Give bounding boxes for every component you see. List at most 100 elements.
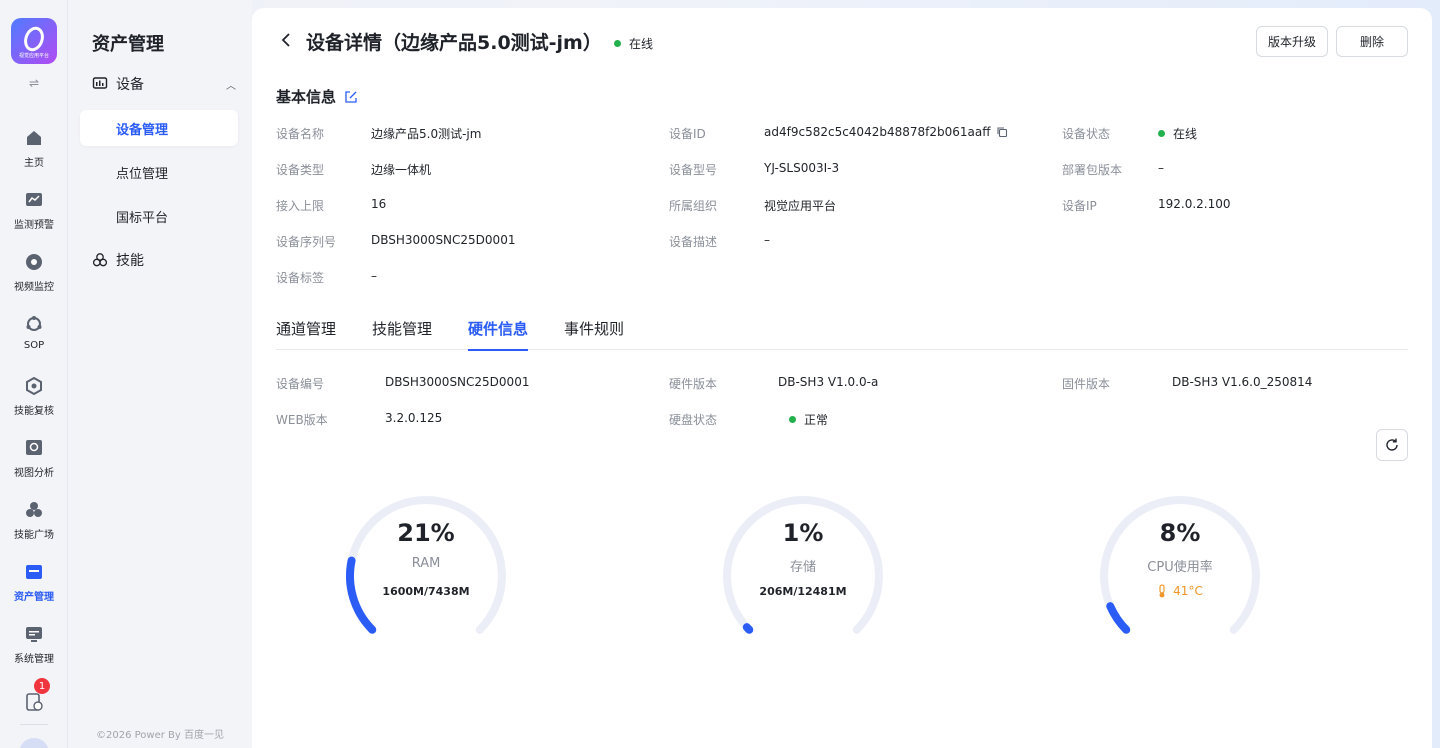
rail-item-system[interactable]: 系统管理 (0, 624, 68, 674)
refresh-button[interactable] (1376, 429, 1408, 461)
device-id-value: ad4f9c582c5c4042b48878f2b061aaff (764, 125, 1008, 139)
disk-status-value: 正常 (789, 411, 828, 428)
organization-value: 视觉应用平台 (764, 199, 837, 213)
gauge-detail: 206M/12481M (759, 585, 847, 598)
avatar[interactable] (19, 738, 49, 748)
serial-number-value: DBSH3000SNC25D0001 (371, 233, 516, 247)
field-label: 固件版本 (1062, 377, 1111, 391)
rail-label: 资产管理 (14, 592, 54, 603)
rail-label: 技能复核 (14, 406, 54, 417)
rail-label: 视图分析 (14, 468, 54, 479)
app-logo[interactable]: 视觉应用平台 (11, 18, 57, 64)
sop-icon (24, 314, 44, 334)
back-arrow-icon[interactable] (276, 30, 296, 50)
camera-icon (24, 252, 44, 272)
gauge-name: 存储 (789, 560, 816, 575)
field-label: 设备序列号 (276, 235, 337, 249)
rail-label: 视频监控 (14, 282, 54, 293)
rail-item-review[interactable]: 技能复核 (0, 376, 68, 426)
tab-channel-management[interactable]: 通道管理 (276, 318, 336, 350)
copy-icon[interactable] (996, 126, 1008, 138)
tab-event-rules[interactable]: 事件规则 (564, 318, 624, 350)
section-title-text: 基本信息 (276, 88, 337, 106)
field-label: 设备型号 (669, 163, 718, 177)
rail-divider (20, 724, 48, 725)
cpu-gauge: 8% CPU使用率 41°C (1090, 486, 1270, 636)
device-ip-value: 192.0.2.100 (1158, 197, 1231, 211)
field-label: 设备状态 (1062, 127, 1111, 141)
field-label: 设备标签 (276, 271, 325, 285)
field-label: 硬盘状态 (669, 413, 718, 427)
analysis-icon (24, 438, 44, 458)
icon-rail: 视觉应用平台 ⇌ 主页 监测预警 视频监控 SOP 技能复核 视图分析 技能广场… (0, 0, 68, 748)
device-tag-value: – (371, 269, 377, 283)
rail-item-market[interactable]: 技能广场 (0, 500, 68, 550)
secondary-sidebar: 资产管理 设备 ︿ 设备管理 点位管理 国标平台 技能 ©2026 Power … (68, 0, 252, 748)
rail-item-sop[interactable]: SOP (0, 314, 68, 364)
notification-badge: 1 (34, 678, 50, 694)
disk-status-text: 正常 (804, 413, 829, 427)
chart-icon (24, 190, 44, 210)
chevron-up-icon: ︿ (226, 80, 236, 92)
market-icon (24, 500, 44, 520)
sidebar-item-device-management[interactable]: 设备管理 (80, 110, 238, 146)
copyright-footer: ©2026 Power By 百度一见 (96, 730, 224, 741)
page-title: 设备详情（边缘产品5.0测试-jm） (306, 32, 602, 54)
device-id-text: ad4f9c582c5c4042b48878f2b061aaff (764, 125, 991, 139)
field-label: 设备描述 (669, 235, 718, 249)
edit-icon[interactable] (344, 90, 358, 104)
delete-button[interactable]: 删除 (1336, 26, 1408, 57)
hardware-version-value: DB-SH3 V1.0.0-a (778, 375, 879, 389)
firmware-version-value: DB-SH3 V1.6.0_250814 (1172, 375, 1313, 389)
upgrade-button[interactable]: 版本升级 (1256, 26, 1328, 57)
device-type-value: 边缘一体机 (371, 163, 432, 177)
package-version-value: – (1158, 161, 1164, 175)
device-name-value: 边缘产品5.0测试-jm (371, 127, 482, 141)
rail-label: SOP (23, 340, 45, 351)
rail-label: 监测预警 (14, 220, 54, 231)
notification-icon[interactable] (24, 692, 44, 712)
asset-icon (24, 562, 44, 582)
rail-item-analysis[interactable]: 视图分析 (0, 438, 68, 488)
device-model-value: YJ-SLS003I-3 (764, 161, 840, 175)
collapse-toggle-icon[interactable]: ⇌ (24, 76, 44, 92)
sidebar-group-device[interactable]: 设备 ︿ (92, 73, 236, 95)
detail-tabs: 通道管理 技能管理 硬件信息 事件规则 (276, 318, 1408, 351)
rail-label: 技能广场 (14, 530, 54, 541)
basic-info-title: 基本信息 (276, 86, 358, 107)
system-icon (24, 624, 44, 644)
status-text: 在线 (629, 37, 654, 51)
logo-text: 视觉应用平台 (18, 52, 49, 59)
device-status: 在线 (614, 35, 653, 52)
refresh-icon (1386, 438, 1398, 451)
temperature-text: 41°C (1173, 584, 1203, 598)
sidebar-item-gb-platform[interactable]: 国标平台 (80, 198, 238, 234)
sidebar-item-point-management[interactable]: 点位管理 (80, 154, 238, 190)
storage-gauge: 1% 存储 206M/12481M (713, 486, 893, 636)
tab-skill-management[interactable]: 技能管理 (372, 318, 432, 350)
main-panel: 设备详情（边缘产品5.0测试-jm） 在线 版本升级 删除 基本信息 设备名称 … (252, 8, 1432, 748)
access-limit-value: 16 (371, 197, 387, 211)
review-icon (24, 376, 44, 396)
field-label: 设备编号 (276, 377, 325, 391)
thermometer-icon (1159, 584, 1165, 598)
field-label: 接入上限 (276, 199, 325, 213)
ram-gauge: 21% RAM 1600M/7438M (336, 486, 516, 636)
field-label: 所属组织 (669, 199, 718, 213)
gauge-arc (1106, 602, 1131, 634)
online-dot-icon (614, 40, 621, 47)
rail-item-assets[interactable]: 资产管理 (0, 562, 68, 612)
field-label: 设备类型 (276, 163, 325, 177)
sidebar-group-skill[interactable]: 技能 (92, 249, 236, 271)
gauge-name: CPU使用率 (1147, 560, 1213, 575)
online-dot-icon (1158, 130, 1165, 137)
rail-item-monitor[interactable]: 监测预警 (0, 190, 68, 240)
field-label: WEB版本 (276, 413, 328, 427)
skill-icon (92, 252, 108, 268)
rail-item-video[interactable]: 视频监控 (0, 252, 68, 302)
gauge-value: 8% (1159, 519, 1201, 547)
rail-item-home[interactable]: 主页 (0, 128, 68, 178)
tab-hardware-info[interactable]: 硬件信息 (468, 318, 529, 351)
field-label: 部署包版本 (1062, 163, 1123, 177)
device-desc-value: – (764, 233, 770, 247)
